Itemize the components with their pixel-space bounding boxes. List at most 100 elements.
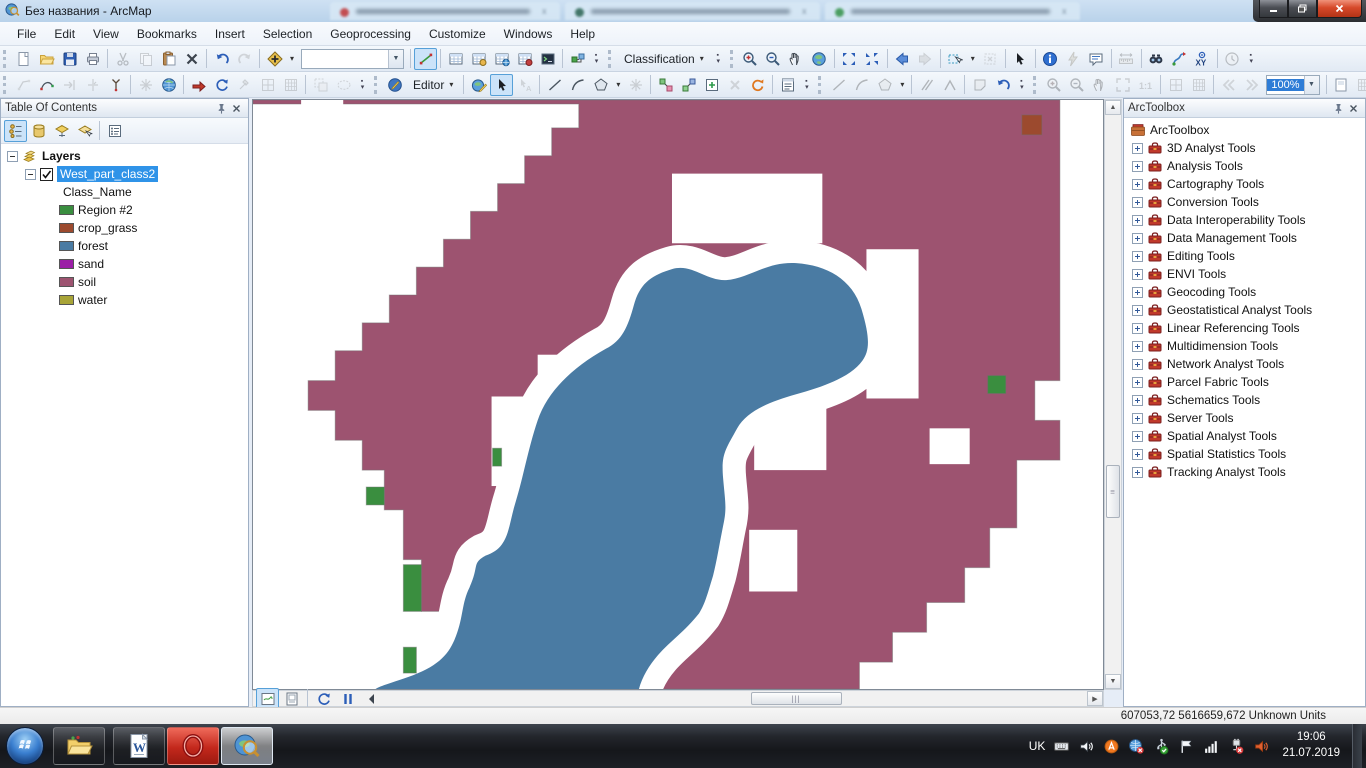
horizontal-scroll-thumb[interactable]: ||| xyxy=(750,692,842,705)
list-drawing-order-icon[interactable] xyxy=(4,119,27,142)
expand-icon[interactable] xyxy=(1132,340,1143,352)
scroll-right-button[interactable]: ▶ xyxy=(1087,691,1103,706)
globe-edit-icon[interactable] xyxy=(467,74,490,96)
rotate-orange-icon[interactable] xyxy=(746,74,769,96)
toolbar-grip[interactable] xyxy=(1033,75,1038,94)
line-icon[interactable] xyxy=(543,74,566,96)
layer-name-label[interactable]: West_part_class2 xyxy=(57,166,159,182)
toolbox-item-analysis-tools[interactable]: Analysis Tools xyxy=(1124,157,1365,175)
layer-visibility-checkbox[interactable] xyxy=(40,167,53,181)
scroll-up-button[interactable]: ▲ xyxy=(1105,100,1121,115)
clip-icon[interactable] xyxy=(968,74,991,96)
toolbox-item-server-tools[interactable]: Server Tools xyxy=(1124,409,1365,427)
map-viewport[interactable] xyxy=(252,99,1104,690)
vertical-scroll-thumb[interactable]: ≡ xyxy=(1106,465,1120,519)
toolbar-overflow-button[interactable]: ▪ ▾ xyxy=(356,73,369,97)
paste-icon[interactable] xyxy=(157,48,180,70)
arrow-red-icon[interactable] xyxy=(187,74,210,96)
toolbox-item-cartography-tools[interactable]: Cartography Tools xyxy=(1124,175,1365,193)
show-desktop-button[interactable] xyxy=(1352,724,1362,768)
expand-icon[interactable] xyxy=(1132,268,1143,280)
time-slider-icon[interactable] xyxy=(1221,48,1244,70)
zoom-combo-value[interactable]: 100% xyxy=(1267,78,1304,91)
copy-icon[interactable] xyxy=(134,48,157,70)
pin-icon[interactable] xyxy=(214,101,229,116)
toolbar-overflow-button[interactable]: ▪ ▾ xyxy=(1015,73,1028,97)
table-red-icon[interactable] xyxy=(513,48,536,70)
toolbar-overflow-button[interactable]: ▪ ▾ xyxy=(1245,47,1258,71)
toolbox-item-data-interoperability-tools[interactable]: Data Interoperability Tools xyxy=(1124,211,1365,229)
annotation-arrow-icon[interactable]: A xyxy=(513,74,536,96)
polygon-icon[interactable] xyxy=(589,74,612,96)
select-elements-icon[interactable] xyxy=(1009,48,1032,70)
menu-customize[interactable]: Customize xyxy=(420,24,495,44)
expand-icon[interactable] xyxy=(1132,322,1143,334)
expand-icon[interactable] xyxy=(1132,430,1143,442)
close-icon[interactable] xyxy=(229,101,244,116)
line-icon[interactable] xyxy=(827,74,850,96)
expand-icon[interactable] xyxy=(1132,250,1143,262)
toolbar-overflow-button[interactable]: ▪ ▾ xyxy=(712,47,725,71)
editor-menu-button[interactable]: Editor ▾ xyxy=(406,76,460,94)
clear-selection-icon[interactable] xyxy=(979,48,1002,70)
menu-view[interactable]: View xyxy=(84,24,128,44)
select-elements-icon[interactable] xyxy=(490,73,514,96)
taskbar-word-button[interactable]: W xyxy=(113,727,165,765)
x-gray-icon[interactable] xyxy=(723,74,746,96)
toolbox-item-parcel-fabric-tools[interactable]: Parcel Fabric Tools xyxy=(1124,373,1365,391)
map-horizontal-scrollbar[interactable]: ||| ▶ xyxy=(252,687,1104,710)
menu-file[interactable]: File xyxy=(8,24,45,44)
measure-icon[interactable] xyxy=(1115,48,1138,70)
toolbox-item-tracking-analyst-tools[interactable]: Tracking Analyst Tools xyxy=(1124,463,1365,481)
legend-item-water[interactable]: water xyxy=(1,291,248,309)
hammer-icon[interactable] xyxy=(233,74,256,96)
toolbox-item-geocoding-tools[interactable]: Geocoding Tools xyxy=(1124,283,1365,301)
grid-a-icon[interactable] xyxy=(1164,74,1187,96)
zoom-in-icon[interactable] xyxy=(1042,74,1065,96)
copy-shape-icon[interactable] xyxy=(309,74,332,96)
minimize-button[interactable] xyxy=(1259,0,1288,18)
cut-icon[interactable] xyxy=(111,48,134,70)
toolbox-item-data-management-tools[interactable]: Data Management Tools xyxy=(1124,229,1365,247)
toolbox-item-spatial-analyst-tools[interactable]: Spatial Analyst Tools xyxy=(1124,427,1365,445)
hyperlink-icon[interactable] xyxy=(1062,48,1085,70)
arc-icon[interactable] xyxy=(850,74,873,96)
toolbar-grip[interactable] xyxy=(374,75,379,94)
toolbox-item-linear-referencing-tools[interactable]: Linear Referencing Tools xyxy=(1124,319,1365,337)
arc-icon[interactable] xyxy=(566,74,589,96)
undo-icon[interactable] xyxy=(210,48,233,70)
topology-a-icon[interactable] xyxy=(654,74,677,96)
list-source-icon[interactable] xyxy=(27,120,50,142)
expand-icon[interactable] xyxy=(1132,304,1143,316)
options-list-icon[interactable] xyxy=(103,120,126,142)
square-plus-icon[interactable] xyxy=(700,74,723,96)
expand-icon[interactable] xyxy=(1132,412,1143,424)
console-icon[interactable] xyxy=(536,48,559,70)
ellipse-icon[interactable] xyxy=(332,74,355,96)
power-error-tray-icon[interactable] xyxy=(1228,738,1245,755)
expand-icon[interactable] xyxy=(1132,232,1143,244)
arrow-line-icon[interactable] xyxy=(58,74,81,96)
burst-icon[interactable] xyxy=(134,74,157,96)
toolbox-item-multidimension-tools[interactable]: Multidimension Tools xyxy=(1124,337,1365,355)
taskbar-explorer-button[interactable] xyxy=(53,727,105,765)
toolbar-overflow-button[interactable]: ▪ ▾ xyxy=(590,47,603,71)
split-line-icon[interactable] xyxy=(81,74,104,96)
scroll-down-button[interactable]: ▼ xyxy=(1105,674,1121,689)
toolbar-grip[interactable] xyxy=(3,75,8,94)
identify-icon[interactable] xyxy=(1039,48,1062,70)
back-icon[interactable] xyxy=(891,48,914,70)
chevron-down-icon[interactable]: ▾ xyxy=(967,48,979,70)
legend-item-crop-grass[interactable]: crop_grass xyxy=(1,219,248,237)
legend-item-forest[interactable]: forest xyxy=(1,237,248,255)
expand-icon[interactable] xyxy=(1132,394,1143,406)
forward-icon[interactable] xyxy=(914,48,937,70)
grid-b-icon[interactable] xyxy=(279,74,302,96)
expand-icon[interactable] xyxy=(1111,74,1134,96)
map-vertical-scrollbar[interactable]: ▲ ≡ ▼ xyxy=(1104,99,1122,690)
toolbar-grip[interactable] xyxy=(608,49,613,68)
signal-tray-icon[interactable] xyxy=(1203,738,1220,755)
zoom-combo[interactable]: 100% ▼ xyxy=(1266,74,1320,95)
taskbar-opera-button[interactable] xyxy=(167,727,219,765)
grid-a-icon[interactable] xyxy=(256,74,279,96)
